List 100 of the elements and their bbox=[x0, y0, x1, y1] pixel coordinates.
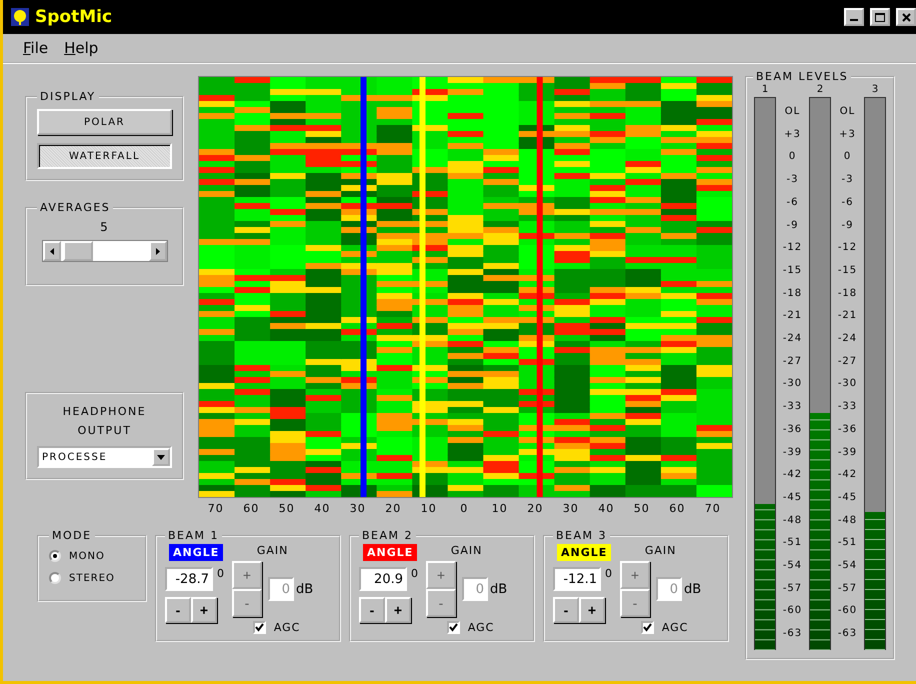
scale-label: -30 bbox=[838, 377, 858, 392]
axis-label: 60 bbox=[668, 501, 686, 515]
gain-label: GAIN bbox=[450, 544, 482, 557]
agc-checkbox[interactable] bbox=[640, 621, 654, 634]
agc-checkbox[interactable] bbox=[446, 621, 460, 634]
scale-label: -3 bbox=[842, 173, 854, 188]
radio-label: MONO bbox=[69, 550, 105, 562]
meter-number: 3 bbox=[872, 83, 878, 97]
scale-label: -15 bbox=[838, 264, 858, 278]
scale-label: -3 bbox=[786, 173, 798, 188]
scale-label: -57 bbox=[782, 582, 802, 596]
scale-label: -36 bbox=[838, 422, 858, 437]
scale-label: -15 bbox=[782, 264, 802, 278]
scale-label: -12 bbox=[838, 241, 858, 256]
axis-label: 50 bbox=[632, 501, 651, 515]
scale-label: -63 bbox=[782, 627, 802, 642]
scale-label: -42 bbox=[838, 468, 858, 482]
angle-field[interactable]: -28.7 bbox=[165, 567, 213, 591]
group-title: HEADPHONE OUTPUT bbox=[62, 404, 148, 439]
scale-label: -18 bbox=[782, 286, 802, 301]
scale-label: 0 bbox=[844, 150, 852, 164]
axis-label: 50 bbox=[278, 501, 296, 515]
scale-label: -63 bbox=[838, 627, 858, 642]
microphone-icon bbox=[11, 8, 29, 26]
axis-label: 70 bbox=[704, 501, 722, 515]
menu-item[interactable]: Help bbox=[64, 39, 98, 57]
axis-label: 70 bbox=[206, 501, 225, 515]
scale-label: -6 bbox=[786, 196, 798, 210]
scale-label: -60 bbox=[782, 604, 802, 618]
display-mode-button[interactable]: WATERFALL bbox=[37, 143, 172, 169]
scale-label: -33 bbox=[782, 400, 802, 414]
angle-label: ANGLE bbox=[557, 544, 612, 561]
scale-label: -24 bbox=[838, 332, 858, 346]
db-label: dB bbox=[490, 582, 508, 596]
db-label: dB bbox=[684, 582, 702, 596]
beam-title: BEAM 2 bbox=[361, 529, 414, 542]
scale-label: -27 bbox=[838, 354, 858, 369]
axis-label: 10 bbox=[490, 501, 509, 515]
scale-label: -57 bbox=[838, 582, 858, 596]
gain-label: GAIN bbox=[256, 544, 288, 557]
group-title: BEAM LEVELS bbox=[755, 70, 850, 83]
axis-label: 30 bbox=[562, 501, 580, 515]
agc-label: AGC bbox=[468, 621, 494, 634]
group-title: DISPLAY bbox=[39, 90, 97, 103]
agc-label: AGC bbox=[662, 621, 688, 634]
scale-label: -30 bbox=[782, 377, 802, 392]
beam-title: BEAM 1 bbox=[167, 529, 220, 542]
scale-label: -36 bbox=[782, 422, 802, 437]
increase-button[interactable]: + bbox=[191, 597, 217, 623]
axis-label: 20 bbox=[526, 501, 544, 515]
radio-label: STEREO bbox=[69, 572, 115, 584]
radio-button[interactable] bbox=[49, 572, 61, 584]
radio-button[interactable] bbox=[49, 550, 61, 562]
scale-label: OL bbox=[840, 105, 856, 119]
averages-value: 5 bbox=[100, 220, 109, 234]
minimize-button[interactable] bbox=[844, 8, 864, 26]
scale-label: -51 bbox=[782, 536, 802, 550]
axis-label: 20 bbox=[384, 501, 402, 515]
menu-item[interactable]: File bbox=[23, 39, 48, 57]
maximize-icon bbox=[875, 12, 885, 22]
axis-label: 30 bbox=[348, 501, 367, 515]
group-title: MODE bbox=[51, 529, 93, 542]
scale-label: -60 bbox=[838, 604, 858, 618]
scale-label: -45 bbox=[782, 490, 802, 505]
window-title: SpotMic bbox=[35, 7, 114, 27]
group-title: AVERAGES bbox=[39, 201, 112, 214]
angle-label: ANGLE bbox=[363, 544, 418, 561]
axis-label: 40 bbox=[313, 501, 332, 515]
degree-label: 0 bbox=[605, 567, 612, 580]
close-button[interactable] bbox=[896, 8, 916, 26]
scale-label: -39 bbox=[838, 446, 858, 460]
axis-label: 0 bbox=[459, 501, 470, 515]
increase-button[interactable]: + bbox=[385, 597, 411, 623]
scale-label: -24 bbox=[782, 332, 802, 346]
scale-label: -12 bbox=[782, 241, 802, 256]
increase-button[interactable]: + bbox=[579, 597, 605, 623]
beam-title: BEAM 3 bbox=[555, 529, 608, 542]
agc-checkbox[interactable] bbox=[252, 621, 266, 634]
agc-label: AGC bbox=[274, 621, 300, 634]
angle-field[interactable]: -12.1 bbox=[553, 567, 601, 591]
decrease-button[interactable]: - bbox=[359, 597, 385, 623]
scale-label: +3 bbox=[839, 128, 856, 142]
decrease-button[interactable]: - bbox=[553, 597, 579, 623]
scale-label: +3 bbox=[784, 128, 801, 142]
maximize-button[interactable] bbox=[870, 8, 890, 26]
output-dropdown[interactable]: PROCESSE bbox=[37, 446, 172, 468]
decrease-button[interactable]: - bbox=[165, 597, 191, 623]
close-icon bbox=[902, 12, 910, 22]
scale-label: -18 bbox=[838, 286, 858, 301]
scale-label: -48 bbox=[838, 514, 858, 528]
display-mode-button[interactable]: POLAR bbox=[37, 109, 172, 135]
angle-field[interactable]: 20.9 bbox=[359, 567, 407, 591]
scale-label: -27 bbox=[782, 354, 802, 369]
meter-number: 1 bbox=[762, 83, 768, 97]
scale-label: -45 bbox=[838, 490, 858, 505]
scale-label: 0 bbox=[788, 150, 796, 164]
scale-label: -42 bbox=[782, 468, 802, 482]
angle-label: ANGLE bbox=[169, 544, 224, 561]
scale-label: -54 bbox=[838, 559, 858, 574]
scale-label: -21 bbox=[782, 309, 802, 324]
